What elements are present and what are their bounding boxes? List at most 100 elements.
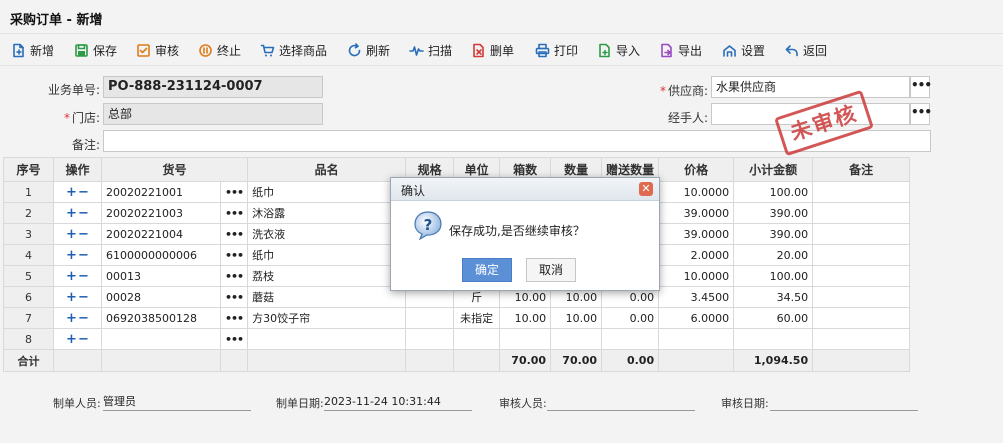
price-cell[interactable]: 6.0000 bbox=[658, 307, 735, 329]
column-header[interactable]: 操作 bbox=[53, 157, 102, 182]
column-header[interactable]: 序号 bbox=[3, 157, 54, 182]
column-header[interactable]: 价格 bbox=[658, 157, 735, 182]
remark-cell[interactable] bbox=[812, 265, 911, 287]
gift-cell[interactable]: 0.00 bbox=[601, 307, 660, 329]
subtotal-cell[interactable]: 60.00 bbox=[733, 307, 814, 329]
add-row-icon[interactable]: + bbox=[66, 227, 78, 242]
toolbar-settings-button[interactable]: 设置 bbox=[722, 40, 765, 60]
item-picker-button[interactable]: ••• bbox=[219, 265, 249, 287]
item-name-cell[interactable]: 沐浴露 bbox=[247, 202, 407, 224]
item-code-cell[interactable]: 00013 bbox=[101, 265, 221, 287]
supplier-picker-button[interactable]: ••• bbox=[910, 76, 932, 98]
toolbar-stop-button[interactable]: 终止 bbox=[198, 40, 241, 60]
spec-cell[interactable] bbox=[405, 307, 455, 329]
price-cell[interactable] bbox=[658, 328, 735, 350]
add-row-icon[interactable]: + bbox=[66, 269, 78, 284]
item-name-cell[interactable]: 方30饺子帘 bbox=[247, 307, 407, 329]
price-cell[interactable]: 39.0000 bbox=[658, 223, 735, 245]
toolbar-back-button[interactable]: 返回 bbox=[784, 40, 827, 60]
handler-picker-button[interactable]: ••• bbox=[910, 103, 932, 125]
subtotal-cell[interactable]: 390.00 bbox=[733, 223, 814, 245]
item-picker-button[interactable]: ••• bbox=[219, 307, 249, 329]
column-header[interactable]: 小计金额 bbox=[733, 157, 814, 182]
item-code-cell[interactable]: 6100000000006 bbox=[101, 244, 221, 266]
item-picker-button[interactable]: ••• bbox=[219, 181, 249, 203]
subtotal-cell[interactable]: 100.00 bbox=[733, 265, 814, 287]
toolbar-save-button[interactable]: 保存 bbox=[74, 40, 117, 60]
item-code-cell[interactable] bbox=[101, 328, 221, 350]
item-picker-button[interactable]: ••• bbox=[219, 286, 249, 308]
remove-row-icon[interactable]: − bbox=[78, 290, 90, 305]
subtotal-cell[interactable]: 100.00 bbox=[733, 181, 814, 203]
subtotal-cell[interactable]: 20.00 bbox=[733, 244, 814, 266]
table-row[interactable]: 8 +− ••• bbox=[3, 328, 911, 350]
toolbar-delete-doc-button[interactable]: 删单 bbox=[471, 40, 514, 60]
remark-cell[interactable] bbox=[812, 181, 911, 203]
price-cell[interactable]: 39.0000 bbox=[658, 202, 735, 224]
add-row-icon[interactable]: + bbox=[66, 290, 78, 305]
remove-row-icon[interactable]: − bbox=[78, 269, 90, 284]
item-name-cell[interactable] bbox=[247, 328, 407, 350]
remark-cell[interactable] bbox=[812, 202, 911, 224]
item-code-cell[interactable]: 20020221004 bbox=[101, 223, 221, 245]
boxes-cell[interactable] bbox=[499, 328, 552, 350]
item-name-cell[interactable]: 蘑菇 bbox=[247, 286, 407, 308]
item-code-cell[interactable]: 20020221001 bbox=[101, 181, 221, 203]
add-row-icon[interactable]: + bbox=[66, 332, 78, 347]
toolbar-print-button[interactable]: 打印 bbox=[535, 40, 578, 60]
remark-cell[interactable] bbox=[812, 286, 911, 308]
toolbar-cart-button[interactable]: 选择商品 bbox=[260, 40, 327, 60]
cancel-button[interactable]: 取消 bbox=[526, 258, 576, 282]
item-code-cell[interactable]: 0692038500128 bbox=[101, 307, 221, 329]
price-cell[interactable]: 3.4500 bbox=[658, 286, 735, 308]
remark-cell[interactable] bbox=[812, 244, 911, 266]
subtotal-cell[interactable]: 34.50 bbox=[733, 286, 814, 308]
subtotal-cell[interactable]: 390.00 bbox=[733, 202, 814, 224]
add-row-icon[interactable]: + bbox=[66, 185, 78, 200]
remove-row-icon[interactable]: − bbox=[78, 311, 90, 326]
toolbar-refresh-button[interactable]: 刷新 bbox=[347, 40, 390, 60]
spec-cell[interactable] bbox=[405, 328, 455, 350]
item-name-cell[interactable]: 纸巾 bbox=[247, 181, 407, 203]
column-header[interactable]: 品名 bbox=[247, 157, 407, 182]
confirm-button[interactable]: 确定 bbox=[462, 258, 512, 282]
item-code-cell[interactable]: 20020221003 bbox=[101, 202, 221, 224]
close-icon[interactable]: ✕ bbox=[639, 182, 653, 196]
remark-cell[interactable] bbox=[812, 223, 911, 245]
price-cell[interactable]: 2.0000 bbox=[658, 244, 735, 266]
item-code-cell[interactable]: 00028 bbox=[101, 286, 221, 308]
item-picker-button[interactable]: ••• bbox=[219, 328, 249, 350]
item-picker-button[interactable]: ••• bbox=[219, 223, 249, 245]
remark-cell[interactable] bbox=[812, 307, 911, 329]
remark-cell[interactable] bbox=[812, 328, 911, 350]
toolbar-scan-button[interactable]: 扫描 bbox=[409, 40, 452, 60]
boxes-cell[interactable]: 10.00 bbox=[499, 307, 552, 329]
add-row-icon[interactable]: + bbox=[66, 206, 78, 221]
remove-row-icon[interactable]: − bbox=[78, 332, 90, 347]
price-cell[interactable]: 10.0000 bbox=[658, 181, 735, 203]
table-row[interactable]: 7 +− 0692038500128 ••• 方30饺子帘 未指定 10.00 10.00 0.… bbox=[3, 307, 911, 329]
gift-cell[interactable] bbox=[601, 328, 660, 350]
item-name-cell[interactable]: 洗衣液 bbox=[247, 223, 407, 245]
item-picker-button[interactable]: ••• bbox=[219, 202, 249, 224]
add-row-icon[interactable]: + bbox=[66, 248, 78, 263]
column-header[interactable]: 备注 bbox=[812, 157, 911, 182]
toolbar-import-button[interactable]: 导入 bbox=[597, 40, 640, 60]
remove-row-icon[interactable]: − bbox=[78, 206, 90, 221]
supplier-field[interactable]: 水果供应商 bbox=[711, 76, 910, 98]
remove-row-icon[interactable]: − bbox=[78, 227, 90, 242]
item-name-cell[interactable]: 荔枝 bbox=[247, 265, 407, 287]
remove-row-icon[interactable]: − bbox=[78, 185, 90, 200]
price-cell[interactable]: 10.0000 bbox=[658, 265, 735, 287]
unit-cell[interactable]: 未指定 bbox=[453, 307, 501, 329]
item-picker-button[interactable]: ••• bbox=[219, 244, 249, 266]
column-header[interactable]: 货号 bbox=[100, 157, 249, 182]
qty-cell[interactable]: 10.00 bbox=[550, 307, 603, 329]
unit-cell[interactable] bbox=[453, 328, 501, 350]
add-row-icon[interactable]: + bbox=[66, 311, 78, 326]
subtotal-cell[interactable] bbox=[733, 328, 814, 350]
toolbar-export-button[interactable]: 导出 bbox=[659, 40, 702, 60]
item-name-cell[interactable]: 纸巾 bbox=[247, 244, 407, 266]
toolbar-new-doc-button[interactable]: 新增 bbox=[11, 40, 54, 60]
toolbar-audit-check-button[interactable]: 审核 bbox=[136, 40, 179, 60]
